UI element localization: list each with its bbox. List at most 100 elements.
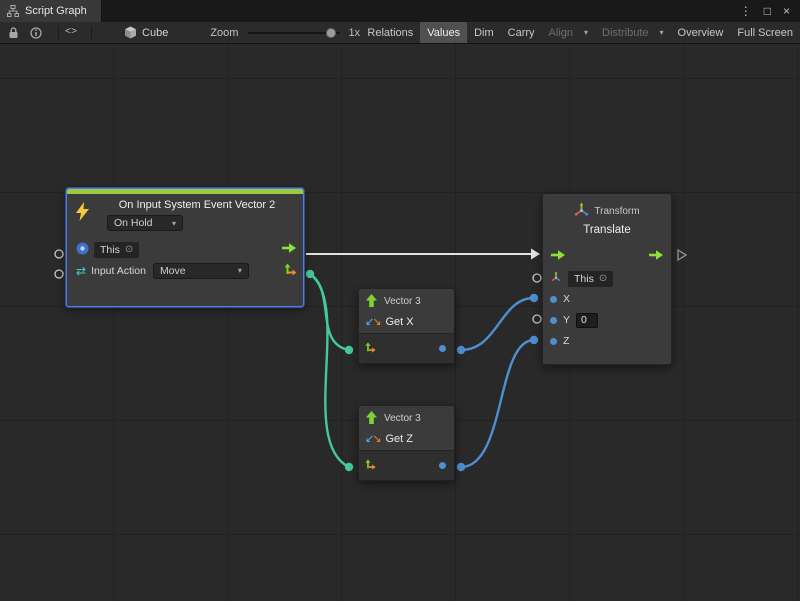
transform-this-row: This ⊙ (543, 268, 671, 289)
chevron-down-icon: ▾ (584, 28, 588, 37)
gameobject-icon (76, 242, 89, 258)
code-view-icon[interactable]: <> (65, 27, 77, 38)
zoom-slider[interactable] (248, 26, 340, 40)
get-z-input-port[interactable] (345, 463, 353, 471)
lightning-bolt-icon (75, 202, 90, 224)
values-button[interactable]: Values (420, 22, 467, 43)
lock-icon[interactable] (8, 27, 19, 39)
toolbar-buttons: Relations Values Dim Carry Align▾ Distri… (360, 22, 800, 43)
event-action-port[interactable] (55, 270, 63, 278)
event-this-row: This ⊙ (67, 239, 303, 260)
chevron-down-icon: ▾ (172, 219, 176, 228)
cube-icon (124, 26, 137, 39)
get-x-category-row: Vector 3 (359, 289, 454, 311)
port-y-value-field[interactable]: 0 (576, 313, 598, 328)
transform-z-row: Z (543, 331, 671, 351)
transform-flow-out-port[interactable] (678, 250, 686, 260)
transform-x-port[interactable] (530, 294, 538, 302)
float-output-port[interactable] (439, 345, 446, 352)
transform-flow-row (543, 244, 671, 268)
tab-title: Script Graph (25, 5, 87, 17)
transform-title: Translate (543, 224, 671, 236)
flow-output-arrow-icon[interactable] (648, 249, 664, 264)
carry-button[interactable]: Carry (501, 22, 542, 43)
zoom-value: 1x (348, 27, 360, 39)
event-mode-dropdown[interactable]: On Hold▾ (107, 215, 183, 231)
get-x-title: Get X (385, 316, 413, 328)
get-z-category: Vector 3 (384, 413, 421, 424)
get-x-value-row (359, 333, 454, 363)
get-z-node[interactable]: Vector 3 ↙↘ Get Z (358, 405, 455, 481)
vector3-icon (365, 294, 378, 310)
kebab-menu-icon[interactable]: ⋮ (740, 4, 752, 18)
transform-category: Transform (594, 206, 639, 217)
overview-button[interactable]: Overview (671, 22, 731, 43)
tab-script-graph[interactable]: Script Graph (0, 0, 102, 22)
float-wire-x[interactable] (461, 298, 534, 350)
transform-z-port[interactable] (530, 336, 538, 344)
transform-x-row: X (543, 289, 671, 309)
get-x-input-port[interactable] (345, 346, 353, 354)
chevron-down-icon: ▾ (660, 28, 664, 37)
float-input-port[interactable] (550, 338, 557, 345)
event-this-port[interactable] (55, 250, 63, 258)
align-button[interactable]: Align▾ (542, 22, 595, 43)
zoom-slider-knob[interactable] (326, 28, 336, 38)
input-action-dropdown[interactable]: Move▾ (153, 263, 249, 279)
transform-translate-node[interactable]: Transform Translate This ⊙ (542, 193, 672, 365)
dim-button[interactable]: Dim (467, 22, 501, 43)
vector2-wire-to-get-x[interactable] (310, 274, 349, 350)
transform-axis-icon-small (550, 271, 562, 286)
event-node-title: On Input System Event Vector 2 (97, 199, 297, 211)
vector3-icon (365, 411, 378, 427)
event-input-action-row: ⇄ Input Action Move▾ (67, 260, 303, 281)
get-z-title-row: ↙↘ Get Z (359, 428, 454, 450)
vector2-output-port[interactable] (306, 270, 314, 278)
full-screen-button[interactable]: Full Screen (730, 22, 800, 43)
get-member-icon: ↙↘ (365, 317, 379, 328)
flow-output-arrow-icon[interactable] (281, 242, 297, 257)
vector3-port-icon[interactable] (365, 342, 376, 356)
get-z-value-row (359, 450, 454, 480)
info-icon[interactable] (30, 27, 42, 39)
transform-y-row: Y 0 (543, 309, 671, 331)
port-z-label: Z (563, 335, 569, 347)
graph-toolbar: <> Cube Zoom 1x Relations Values Dim Car… (0, 22, 800, 44)
distribute-button[interactable]: Distribute▾ (595, 22, 670, 43)
vector3-port-icon[interactable] (365, 459, 376, 473)
flow-input-arrow-icon[interactable] (550, 249, 566, 264)
toolbar-separator (91, 26, 92, 40)
script-graph-icon (7, 5, 19, 17)
relations-button[interactable]: Relations (360, 22, 420, 43)
get-x-node[interactable]: Vector 3 ↙↘ Get X (358, 288, 455, 364)
get-z-category-row: Vector 3 (359, 406, 454, 428)
float-input-port[interactable] (550, 317, 557, 324)
transform-y-port[interactable] (533, 315, 541, 323)
transform-header: Transform Translate (543, 194, 671, 244)
get-z-output-port[interactable] (457, 463, 465, 471)
port-x-label: X (563, 293, 570, 305)
on-input-system-event-node[interactable]: On Input System Event Vector 2 On Hold▾ … (66, 188, 304, 307)
close-icon[interactable]: × (783, 4, 790, 18)
object-picker-icon[interactable]: ⊙ (125, 244, 133, 255)
transform-this-port[interactable] (533, 274, 541, 282)
float-wire-z[interactable] (461, 340, 534, 467)
maximize-icon[interactable]: □ (764, 4, 771, 18)
get-x-output-port[interactable] (457, 346, 465, 354)
port-y-label: Y (563, 314, 570, 326)
graph-object-name: Cube (142, 27, 168, 39)
zoom-label: Zoom (210, 27, 238, 39)
get-z-title: Get Z (385, 433, 413, 445)
object-picker-icon[interactable]: ⊙ (599, 273, 607, 284)
get-x-title-row: ↙↘ Get X (359, 311, 454, 333)
get-x-category: Vector 3 (384, 296, 421, 307)
titlebar: Script Graph ⋮ □ × (0, 0, 800, 22)
vector2-port-icon[interactable] (284, 263, 297, 279)
float-output-port[interactable] (439, 462, 446, 469)
event-this-field[interactable]: This ⊙ (94, 242, 139, 258)
flow-wire[interactable] (306, 249, 540, 260)
graph-canvas[interactable]: On Input System Event Vector 2 On Hold▾ … (0, 44, 800, 601)
transform-this-field[interactable]: This ⊙ (568, 271, 613, 287)
float-input-port[interactable] (550, 296, 557, 303)
vector2-wire-to-get-z[interactable] (310, 274, 349, 467)
